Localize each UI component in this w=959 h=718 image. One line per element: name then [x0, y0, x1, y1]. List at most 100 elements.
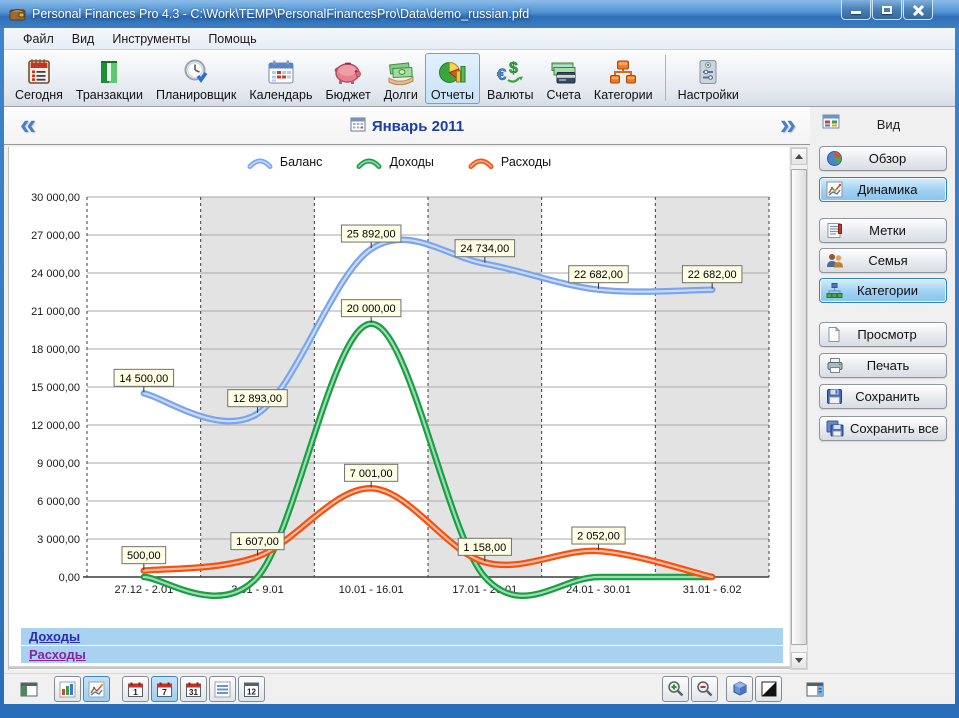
preview-icon — [826, 326, 842, 343]
toolbar-button-planner[interactable]: Планировщик — [150, 53, 242, 104]
svg-text:30 000,00: 30 000,00 — [31, 192, 80, 204]
chart-panel: Баланс Доходы Расходы 0,003 000,006 000,… — [8, 147, 789, 670]
period-week-button[interactable]: 7 — [151, 676, 178, 702]
svg-text:21 000,00: 21 000,00 — [31, 306, 80, 318]
toolbar-button-budget[interactable]: Бюджет — [319, 53, 376, 104]
minimize-icon — [851, 11, 861, 14]
sidebar-button-preview[interactable]: Просмотр — [819, 322, 947, 347]
print-icon — [826, 357, 844, 374]
line-chart-view-button[interactable] — [83, 676, 110, 702]
sidebar-button-dynamics[interactable]: Динамика — [819, 177, 947, 202]
sidebar-button-label: Динамика — [849, 182, 926, 197]
title-bar: Personal Finances Pro 4.3 - C:\Work\TEMP… — [0, 0, 959, 28]
calendar-year-icon: 12 — [243, 681, 260, 698]
menu-view[interactable]: Вид — [63, 28, 104, 50]
toolbar-label: Валюты — [487, 88, 533, 102]
toolbar-label: Категории — [594, 88, 653, 102]
dynamics-chart: 0,003 000,006 000,009 000,0012 000,0015 … — [9, 147, 790, 621]
toolbar-label: Счета — [546, 88, 580, 102]
sidebar-button-family[interactable]: Семья — [819, 248, 947, 273]
period-month-button[interactable]: 31 — [180, 676, 207, 702]
svg-text:1 607,00: 1 607,00 — [236, 536, 279, 548]
sidebar-button-labels[interactable]: Метки — [819, 218, 947, 243]
toolbar-button-debts[interactable]: Долги — [378, 53, 424, 104]
bottom-toolbar-right-group — [662, 676, 830, 702]
period-nav-strip: « Январь 2011 » — [4, 107, 810, 145]
toggle-right-panel-button[interactable] — [802, 677, 828, 701]
svg-text:500,00: 500,00 — [127, 550, 161, 562]
zoom-in-button[interactable] — [662, 676, 689, 702]
svg-text:31.01 - 6.02: 31.01 - 6.02 — [683, 584, 742, 596]
bottom-toolbar: 1 7 31 — [4, 673, 955, 704]
expenses-link[interactable]: Расходы — [29, 647, 86, 662]
view-icon — [822, 114, 840, 134]
list-icon — [214, 681, 231, 698]
menu-tools[interactable]: Инструменты — [103, 28, 199, 50]
svg-text:14 500,00: 14 500,00 — [119, 373, 168, 385]
cube-3d-icon — [731, 680, 749, 698]
zoom-out-button[interactable] — [691, 676, 718, 702]
arrow-down-icon — [795, 658, 803, 663]
sidebar-button-save[interactable]: Сохранить — [819, 384, 947, 409]
contrast-button[interactable] — [755, 676, 782, 702]
sidebar-button-overview[interactable]: Обзор — [819, 146, 947, 171]
toolbar-label: Бюджет — [325, 88, 370, 102]
scrollbar-thumb[interactable] — [791, 169, 807, 645]
scroll-up-button[interactable] — [791, 148, 807, 165]
toolbar-button-calendar[interactable]: Календарь — [243, 53, 318, 104]
toolbar-button-today[interactable]: Сегодня — [9, 53, 69, 104]
window-content: Файл Вид Инструменты Помощь Сегодня — [4, 28, 955, 704]
toolbar-separator — [665, 55, 666, 101]
sidebar-button-categories[interactable]: Категории — [819, 278, 947, 303]
3d-view-button[interactable] — [726, 676, 753, 702]
toolbar-label: Отчеты — [431, 88, 474, 102]
toggle-left-panel-button[interactable] — [16, 677, 42, 701]
svg-text:22 682,00: 22 682,00 — [574, 269, 623, 281]
svg-text:7 001,00: 7 001,00 — [350, 468, 393, 480]
labels-icon — [826, 222, 843, 239]
planner-icon — [182, 56, 210, 87]
menu-file[interactable]: Файл — [14, 28, 63, 50]
panel-splitter[interactable] — [9, 666, 790, 669]
sidebar-button-print[interactable]: Печать — [819, 353, 947, 378]
svg-text:12 000,00: 12 000,00 — [31, 420, 80, 432]
bar-chart-view-button[interactable] — [54, 676, 81, 702]
overview-pie-icon — [826, 150, 843, 167]
menu-help[interactable]: Помощь — [199, 28, 265, 50]
period-list-button[interactable] — [209, 676, 236, 702]
income-link[interactable]: Доходы — [29, 629, 80, 644]
income-link-row: Доходы — [21, 628, 783, 645]
svg-text:€: € — [497, 65, 507, 84]
sidebar-button-label: Печать — [850, 358, 926, 373]
svg-text:1: 1 — [133, 687, 138, 697]
sidebar-button-save-all[interactable]: Сохранить все — [819, 416, 947, 441]
sidebar-button-label: Обзор — [849, 151, 926, 166]
scroll-down-button[interactable] — [791, 652, 807, 669]
period-day-button[interactable]: 1 — [122, 676, 149, 702]
toggle-right-panel-icon — [806, 682, 824, 697]
toolbar-button-transactions[interactable]: Транзакции — [70, 53, 149, 104]
toolbar-button-settings[interactable]: Настройки — [672, 53, 745, 104]
toolbar-button-currencies[interactable]: € $ Валюты — [481, 53, 539, 104]
toolbar-button-reports[interactable]: Отчеты — [425, 53, 480, 104]
svg-text:27 000,00: 27 000,00 — [31, 230, 80, 242]
minimize-button[interactable] — [841, 0, 871, 20]
next-period-button[interactable]: » — [780, 107, 796, 143]
app-wallet-icon — [9, 5, 26, 27]
maximize-button[interactable] — [872, 0, 902, 20]
toolbar-label: Сегодня — [15, 88, 63, 102]
toolbar-button-categories[interactable]: Категории — [588, 53, 659, 104]
sidebar-button-label: Метки — [849, 223, 926, 238]
calendar-icon — [266, 56, 296, 87]
svg-text:22 682,00: 22 682,00 — [688, 269, 737, 281]
svg-text:18 000,00: 18 000,00 — [31, 344, 80, 356]
maximize-icon — [882, 6, 892, 14]
period-year-button[interactable]: 12 — [238, 676, 265, 702]
categories-icon — [608, 56, 638, 87]
close-button[interactable] — [903, 0, 933, 20]
toolbar-button-accounts[interactable]: Счета — [540, 53, 586, 104]
svg-text:10.01 - 16.01: 10.01 - 16.01 — [339, 584, 404, 596]
window-title: Personal Finances Pro 4.3 - C:\Work\TEMP… — [32, 0, 529, 28]
vertical-scrollbar[interactable] — [790, 147, 808, 670]
transactions-icon — [95, 56, 123, 87]
